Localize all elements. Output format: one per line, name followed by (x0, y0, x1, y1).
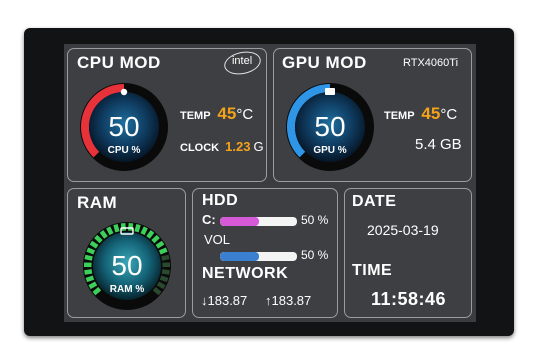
intel-logo-text: intel (231, 55, 253, 68)
gpu-gauge-value: 50 (314, 111, 345, 142)
cpu-title: CPU MOD (77, 53, 161, 72)
gpu-temp-row: TEMP 45°C (384, 104, 457, 124)
gpu-gauge: 50 GPU % (286, 83, 374, 171)
time-value: 11:58:46 (371, 289, 447, 309)
download-value: 183.87 (207, 293, 248, 308)
drive-c-percent: 50 % (301, 213, 329, 227)
cpu-temp-row: TEMP 45°C (180, 104, 253, 124)
vol-bar-fill (220, 252, 259, 261)
gpu-memory: 5.4 GB (415, 136, 462, 153)
ram-gauge-segment (158, 247, 168, 255)
ram-gauge-value: 50 (111, 250, 142, 281)
cpu-gauge-unit: CPU % (108, 145, 141, 156)
cpu-clock-label: CLOCK (180, 142, 220, 154)
ram-gauge-segment (161, 269, 170, 275)
gpu-temp-value: 45 (421, 104, 441, 123)
vol-label: VOL (204, 232, 231, 247)
drive-c-label: C: (202, 212, 216, 227)
cpu-panel: CPU MOD intel 50 CPU % TEMP 45°C CLOCK 1… (67, 48, 267, 182)
date-title: DATE (352, 193, 397, 210)
gpu-temp-unit: °C (440, 106, 458, 123)
gpu-gauge-unit: GPU % (313, 145, 346, 156)
date-time-panel: DATE 2025-03-19 TIME 11:58:46 (344, 188, 472, 318)
gpu-panel: GPU MOD RTX4060Ti 50 GPU % TEMP 45°C 5.4… (273, 48, 472, 182)
ram-gauge-segment (156, 281, 166, 290)
ram-gauge-segment (159, 275, 169, 283)
ram-gauge-segment (106, 226, 114, 236)
drive-c-bar (220, 217, 297, 226)
ram-panel: RAM 50 RAM % (67, 188, 186, 318)
cpu-temp-value: 45 (217, 104, 237, 123)
cpu-gauge-value: 50 (108, 111, 139, 142)
ram-gauge-segment (84, 269, 93, 275)
cpu-temp-unit: °C (236, 106, 254, 123)
ram-gauge-segment (85, 275, 95, 283)
cpu-clock-value: 1.23 (225, 139, 251, 154)
gpu-temp-label: TEMP (384, 110, 415, 122)
gpu-card-icon (325, 88, 335, 95)
vol-bar (220, 252, 297, 261)
ram-gauge-segment (120, 222, 127, 231)
monitor-screen: CPU MOD intel 50 CPU % TEMP 45°C CLOCK 1… (64, 44, 476, 322)
drive-c-bar-fill (220, 217, 259, 226)
cpu-clock-unit: G (253, 139, 264, 154)
ram-gauge-segment (113, 223, 120, 233)
network-download: ↓183.87 (201, 293, 247, 308)
ram-gauge-segment (84, 254, 93, 261)
network-upload: ↑183.87 (265, 293, 311, 308)
ram-gauge-segment (134, 223, 141, 233)
ram-gauge-segment (88, 281, 98, 290)
ram-title: RAM (77, 193, 118, 212)
gpu-model: RTX4060Ti (403, 57, 459, 69)
ram-gauge-segment (140, 226, 148, 236)
ram-gauge-unit: RAM % (110, 284, 145, 295)
ram-gauge-segment (127, 222, 134, 231)
time-title: TIME (352, 262, 393, 279)
intel-logo: intel (222, 48, 263, 78)
date-value: 2025-03-19 (367, 222, 439, 238)
ram-gauge-segment (86, 247, 96, 255)
cpu-clock-row: CLOCK 1.23 G (180, 139, 264, 154)
hdd-title: HDD (202, 192, 239, 209)
gpu-title: GPU MOD (282, 53, 367, 72)
network-title: NETWORK (202, 265, 289, 282)
hdd-network-panel: HDD C: 50 % VOL 50 % NETWORK ↓183.87 ↑18… (192, 188, 338, 318)
cpu-temp-label: TEMP (180, 110, 211, 122)
cpu-chip-icon (120, 88, 128, 96)
upload-value: 183.87 (271, 293, 312, 308)
vol-percent: 50 % (301, 248, 329, 262)
ram-gauge-segment (161, 254, 170, 261)
cpu-gauge: 50 CPU % (80, 83, 168, 171)
ram-gauge: 50 RAM % (83, 222, 171, 310)
